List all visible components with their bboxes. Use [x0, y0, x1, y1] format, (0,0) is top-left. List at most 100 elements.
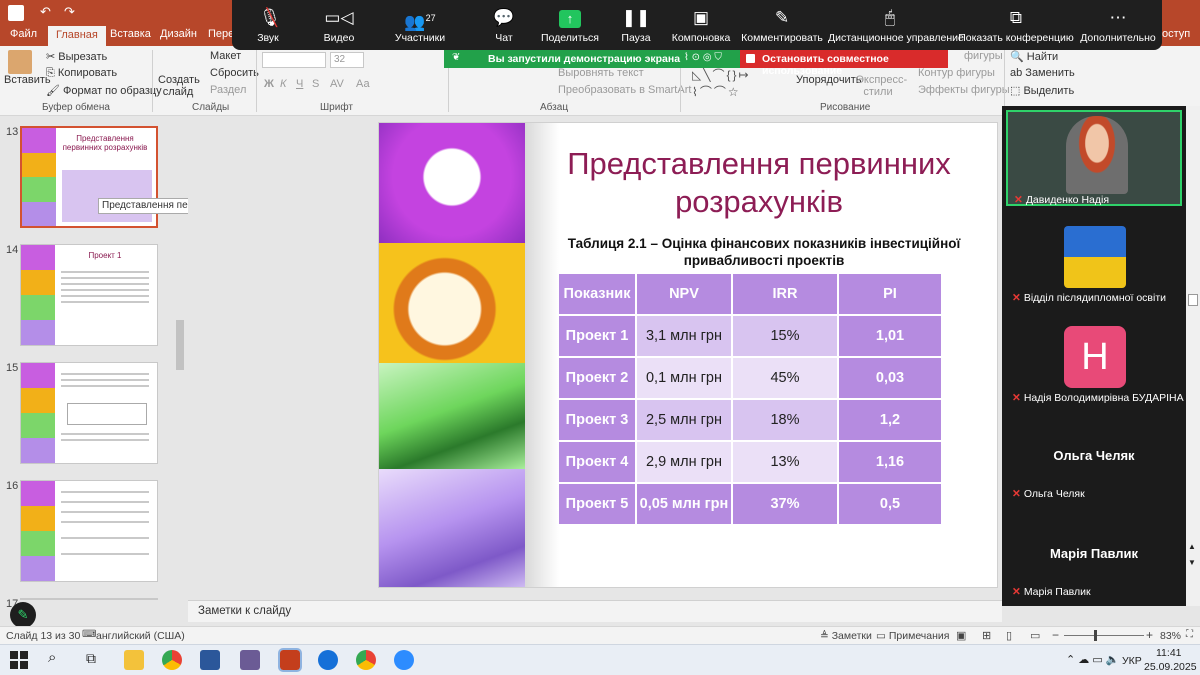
shape-fill-button[interactable]: фигуры [964, 50, 1003, 62]
language-indicator[interactable]: английский (США) [96, 630, 185, 642]
slideshow-button[interactable]: ▭ [1030, 629, 1040, 642]
find-button[interactable]: 🔍 Найти [1010, 50, 1058, 63]
pen-icon[interactable]: ✎ [10, 602, 36, 628]
word-icon[interactable] [200, 650, 220, 670]
sorter-view-button[interactable]: ⊞ [982, 629, 991, 642]
comments-toggle-button[interactable]: ▭ Примечания [876, 630, 949, 642]
zoom-in-button[interactable]: + [1146, 628, 1153, 642]
zoom-out-button[interactable]: − [1052, 628, 1059, 642]
bold-button[interactable]: Ж [264, 78, 274, 90]
redo-icon[interactable]: ↷ [64, 4, 75, 20]
powerpoint-icon[interactable] [278, 648, 302, 672]
new-slide-button[interactable]: Создать слайд [158, 74, 200, 98]
table-caption[interactable]: Таблиця 2.1 – Оцінка фінансових показник… [539, 235, 989, 269]
reading-view-button[interactable]: ▯ [1006, 629, 1012, 642]
format-painter-button[interactable]: 🖌 Формат по образцу [46, 84, 162, 97]
task-view-icon[interactable]: ⧉ [86, 650, 96, 667]
replace-label: Заменить [1025, 67, 1075, 79]
zoom-slider-thumb[interactable] [1094, 630, 1097, 641]
share-button[interactable]: ↑ Поделиться [540, 6, 600, 48]
underline-button[interactable]: Ч [296, 78, 303, 90]
paste-icon[interactable] [8, 50, 32, 74]
case-button[interactable]: Аа [356, 78, 370, 90]
fit-slide-icon[interactable]: ⛶ [1186, 629, 1193, 640]
copy-button[interactable]: ⎘ Копировать [46, 67, 117, 80]
participant-name: ✕ Ольга Челяк [1012, 488, 1085, 500]
spacing-button[interactable]: AV [330, 78, 344, 90]
remote-control-button[interactable]: 🖱 Дистанционное управление [828, 6, 964, 48]
annotate-button[interactable]: ✎ Комментировать [740, 6, 824, 48]
notes-toggle-button[interactable]: ≜ Заметки [820, 630, 872, 642]
spellcheck-icon[interactable]: ⌨ [82, 629, 96, 640]
zoom-slider[interactable] [1064, 635, 1144, 636]
clock-date[interactable]: 25.09.2025 [1144, 661, 1197, 673]
chrome-icon[interactable] [162, 650, 182, 670]
cut-button[interactable]: ✂ Вырезать [46, 50, 107, 63]
participant-tile[interactable]: H ✕ Надія Володимирівна БУДАРІНА ... [1006, 310, 1195, 406]
slide-title[interactable]: Представлення первинних розрахунків [549, 145, 969, 221]
align-text-button[interactable]: Выровнять текст [558, 67, 644, 79]
file-explorer-icon[interactable] [124, 650, 144, 670]
share-status-icons[interactable]: ⌇ ⊙ ◎ ⛉ [684, 52, 722, 63]
normal-view-button[interactable]: ▣ [956, 629, 966, 642]
zoom-app-icon[interactable] [394, 650, 414, 670]
thumbnail-slide-17[interactable] [20, 598, 158, 600]
stop-share-button[interactable]: Остановить совместное использование [740, 50, 948, 77]
section-button[interactable]: Раздел [210, 84, 246, 96]
clock-time[interactable]: 11:41 [1156, 647, 1182, 659]
select-button[interactable]: ⬚ Выделить [1010, 84, 1074, 97]
tab-design[interactable]: Дизайн [160, 28, 197, 40]
participant-tile[interactable]: ✕ Відділ післядипломної освіти [1006, 210, 1182, 306]
quick-styles-button[interactable]: Экспресс-стили [856, 74, 907, 98]
participant-tile[interactable]: ✕ Давиденко Надія [1006, 110, 1182, 206]
edge-icon[interactable] [318, 650, 338, 670]
undo-icon[interactable]: ↶ [40, 4, 51, 20]
tab-transitions[interactable]: Пере [208, 28, 234, 40]
input-language[interactable]: УКР [1122, 655, 1142, 667]
font-name-box[interactable] [262, 52, 326, 68]
tray-icons[interactable]: ⌃ ☁ ▭ 🔈 [1066, 653, 1119, 666]
thumbnail-number: 16 [6, 480, 19, 492]
app-icon [8, 5, 24, 21]
shadow-button[interactable]: S [312, 78, 319, 90]
more-button[interactable]: ⋯ Дополнительно [1078, 6, 1158, 48]
thumbnail-slide-16[interactable] [20, 480, 158, 582]
chrome-profile-icon[interactable] [356, 650, 376, 670]
audio-button[interactable]: 🎙╲ Звук [248, 6, 288, 48]
thumbnail-slide-15[interactable] [20, 362, 158, 464]
chat-button[interactable]: 💬 Чат [484, 6, 524, 48]
zoom-level[interactable]: 83% [1160, 630, 1181, 642]
thumbnail-slide-14[interactable]: Проект 1 [20, 244, 158, 346]
notes-pane[interactable]: Заметки к слайду [188, 600, 1002, 622]
smartart-button[interactable]: Преобразовать в SmartArt [558, 84, 691, 96]
font-size-box[interactable]: 32 [330, 52, 364, 68]
pause-button[interactable]: ❚❚ Пауза [616, 6, 656, 48]
participants-button[interactable]: 👥27 Участники [388, 6, 452, 48]
participant-tile[interactable]: Марія Павлик ✕ Марія Павлик [1006, 510, 1182, 606]
show-conference-button[interactable]: ⧉ Показать конференцию [956, 6, 1076, 48]
shape-effects-button[interactable]: Эффекты фигуры [918, 84, 1010, 96]
paste-button[interactable]: Вставить [4, 74, 51, 86]
search-icon[interactable]: ⌕ [48, 649, 56, 666]
tab-file[interactable]: Файл [10, 28, 37, 40]
participant-tile[interactable]: Ольга Челяк ✕ Ольга Челяк [1006, 410, 1182, 506]
tab-insert[interactable]: Вставка [110, 28, 151, 40]
tab-home[interactable]: Главная [48, 26, 106, 46]
italic-button[interactable]: К [280, 78, 286, 90]
shapes-gallery[interactable]: ◺╲⌒{}↦ ⌇⌒⌒☆ [692, 66, 770, 100]
scroll-up-icon[interactable]: ▲ [1188, 542, 1196, 551]
replace-button[interactable]: ab Заменить [1010, 67, 1075, 79]
windows-start-icon[interactable] [10, 651, 28, 669]
slide-canvas[interactable]: Представлення первинних розрахунків Табл… [378, 122, 998, 588]
financial-indicators-table[interactable]: Показник NPV IRR PI Проект 1 3,1 млн грн… [557, 272, 943, 526]
scroll-thumb[interactable] [1188, 294, 1198, 306]
scroll-down-icon[interactable]: ▼ [1188, 558, 1196, 567]
layout-button[interactable]: Макет [210, 50, 241, 62]
tab-access[interactable]: оступ [1162, 28, 1190, 40]
thumbnails-scrollbar-thumb[interactable] [176, 320, 184, 370]
app-icon-utility[interactable] [240, 650, 260, 670]
layout-button-zoom[interactable]: ▣ Компоновка [670, 6, 732, 48]
video-button[interactable]: ▭◁ Видео [314, 6, 364, 48]
reset-button[interactable]: Сбросить [210, 67, 259, 79]
slide-vertical-scrollbar[interactable]: ▲ ▼ [1186, 106, 1200, 606]
